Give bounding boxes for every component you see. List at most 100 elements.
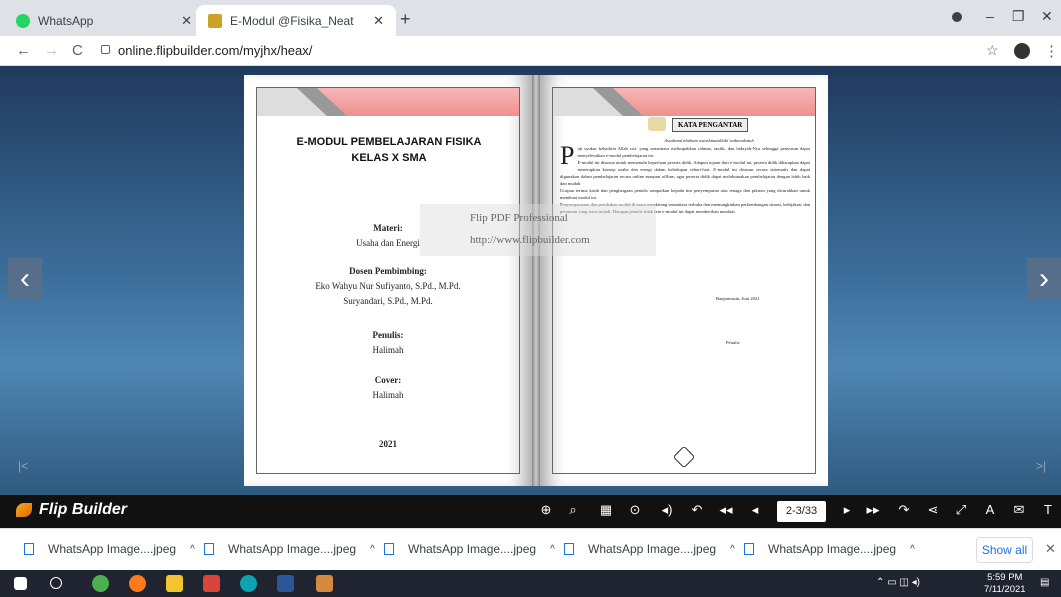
chevron-up-icon[interactable]: ^ bbox=[370, 544, 375, 555]
download-item[interactable]: WhatsApp Image....jpeg ^ bbox=[204, 542, 375, 556]
show-all-button[interactable]: Show all bbox=[976, 537, 1033, 563]
chrome-icon[interactable] bbox=[92, 575, 109, 592]
pen-icon bbox=[648, 117, 666, 131]
file-icon bbox=[384, 543, 394, 555]
windows-start-icon[interactable] bbox=[14, 577, 27, 590]
lock-icon[interactable] bbox=[101, 45, 110, 54]
text-mode-icon[interactable]: T bbox=[1039, 502, 1057, 517]
first-page-button-icon[interactable]: ◂◂ bbox=[717, 502, 735, 518]
search-icon[interactable]: ⌕ bbox=[564, 502, 582, 518]
paragraph-1: uji syukur kehadirat Allah swt. yang sen… bbox=[577, 146, 810, 158]
star-icon[interactable]: ☆ bbox=[986, 42, 999, 59]
prev-page-arrow[interactable]: ‹ bbox=[8, 258, 42, 300]
new-tab-button[interactable]: + bbox=[400, 9, 411, 30]
file-icon bbox=[24, 543, 34, 555]
clock[interactable]: 5:59 PM 7/11/2021 bbox=[984, 572, 1026, 596]
url-field[interactable]: online.flipbuilder.com/myjhx/heax/ bbox=[118, 43, 312, 58]
paragraph-2: E-modul ini disusun untuk memenuhi keper… bbox=[560, 160, 810, 186]
close-downloads-icon[interactable]: ✕ bbox=[1045, 541, 1056, 557]
search-taskbar-icon[interactable] bbox=[50, 577, 62, 589]
right-page[interactable]: KATA PENGANTAR Assalamu'alaikum warahmat… bbox=[540, 75, 828, 486]
left-page[interactable]: E-MODUL PEMBELAJARAN FISIKA KELAS X SMA … bbox=[244, 75, 532, 486]
menu-icon[interactable]: ⋮ bbox=[1044, 42, 1059, 60]
download-item[interactable]: WhatsApp Image....jpeg ^ bbox=[564, 542, 735, 556]
file-icon bbox=[204, 543, 214, 555]
minimize-icon[interactable]: – bbox=[986, 8, 994, 24]
forward-icon[interactable]: → bbox=[44, 42, 59, 59]
close-window-icon[interactable]: ✕ bbox=[1041, 8, 1053, 25]
firefox-icon[interactable] bbox=[129, 575, 146, 592]
account-icon[interactable] bbox=[952, 12, 962, 22]
flipbook-viewer: ‹ › |< >| E-MODUL PEMBELAJARAN FISIKA KE… bbox=[0, 66, 1061, 495]
last-page-icon[interactable]: >| bbox=[1036, 459, 1046, 473]
dropcap: P bbox=[560, 141, 575, 170]
tab-emodul[interactable]: E-Modul @Fisika_Neat ✕ bbox=[196, 5, 396, 36]
close-tab-icon[interactable]: ✕ bbox=[181, 13, 192, 29]
profile-avatar[interactable] bbox=[1014, 43, 1030, 59]
fullscreen-icon[interactable]: ⤢ bbox=[952, 502, 970, 518]
tray-icons[interactable]: ⌃ ▭ ◫ ◂) bbox=[876, 577, 920, 588]
edge-icon[interactable] bbox=[240, 575, 257, 592]
download-item[interactable]: WhatsApp Image....jpeg ^ bbox=[384, 542, 555, 556]
tab-title: E-Modul @Fisika_Neat bbox=[230, 13, 354, 28]
redo-icon[interactable]: ↷ bbox=[895, 502, 913, 518]
signature: Penulis bbox=[726, 340, 740, 345]
download-item[interactable]: WhatsApp Image....jpeg ^ bbox=[744, 542, 915, 556]
file-icon bbox=[564, 543, 574, 555]
taskbar: ⌃ ▭ ◫ ◂) 5:59 PM 7/11/2021 ▤ bbox=[0, 570, 1061, 597]
text-size-icon[interactable]: A bbox=[981, 502, 999, 517]
whatsapp-icon bbox=[16, 13, 30, 28]
penulis-label: Penulis: bbox=[372, 330, 404, 340]
email-icon[interactable]: ✉ bbox=[1010, 502, 1028, 518]
app-icon-2[interactable] bbox=[316, 575, 333, 592]
back-icon[interactable]: ← bbox=[16, 42, 31, 59]
watermark-line-1: Flip PDF Professional bbox=[470, 212, 568, 224]
word-icon[interactable] bbox=[277, 575, 294, 592]
thumbnails-icon[interactable]: ▦ bbox=[597, 502, 615, 518]
page-indicator[interactable]: 2-3/33 bbox=[777, 501, 826, 522]
app-icon[interactable] bbox=[203, 575, 220, 592]
chevron-up-icon[interactable]: ^ bbox=[910, 544, 915, 555]
next-page-icon[interactable]: ▸ bbox=[838, 502, 856, 518]
autoplay-icon[interactable]: ⊙ bbox=[626, 502, 644, 518]
brand-logo: Flip Builder bbox=[16, 501, 127, 519]
tab-whatsapp[interactable]: WhatsApp ✕ bbox=[4, 5, 204, 36]
kata-pengantar-heading: KATA PENGANTAR bbox=[672, 118, 749, 132]
page-header-band bbox=[553, 88, 815, 116]
downloads-bar: WhatsApp Image....jpeg ^ WhatsApp Image..… bbox=[0, 528, 1061, 570]
reload-icon[interactable]: C bbox=[72, 42, 83, 59]
cover-value: Halimah bbox=[372, 390, 404, 400]
previous-page-icon[interactable]: ◂ bbox=[746, 502, 764, 518]
chevron-up-icon[interactable]: ^ bbox=[730, 544, 735, 555]
close-tab-icon[interactable]: ✕ bbox=[373, 13, 384, 29]
tab-title: WhatsApp bbox=[38, 13, 94, 28]
notification-icon[interactable]: ▤ bbox=[1040, 577, 1049, 588]
module-title: E-MODUL PEMBELAJARAN FISIKA bbox=[296, 136, 482, 148]
page-header-band bbox=[257, 88, 519, 116]
address-bar: ← → C online.flipbuilder.com/myjhx/heax/… bbox=[0, 36, 1061, 66]
first-page-icon[interactable]: |< bbox=[18, 459, 28, 473]
zoom-in-icon[interactable]: ⊕ bbox=[537, 502, 555, 518]
file-explorer-icon[interactable] bbox=[166, 575, 183, 592]
next-page-arrow[interactable]: › bbox=[1027, 258, 1061, 300]
dosen-label: Dosen Pembimbing: bbox=[349, 266, 427, 276]
penulis-value: Halimah bbox=[372, 345, 404, 355]
download-item[interactable]: WhatsApp Image....jpeg ^ bbox=[24, 542, 195, 556]
watermark: Flip PDF Professional http://www.flipbui… bbox=[420, 204, 656, 256]
dosen-name-2: Suryandari, S.Pd., M.Pd. bbox=[343, 296, 433, 306]
place-date: Banjarmasin, Juni 2021 bbox=[716, 296, 760, 301]
last-page-button-icon[interactable]: ▸▸ bbox=[864, 502, 882, 518]
header-stripe-graphic bbox=[553, 88, 643, 116]
file-icon bbox=[744, 543, 754, 555]
undo-icon[interactable]: ↶ bbox=[688, 502, 706, 518]
tab-strip: WhatsApp ✕ E-Modul @Fisika_Neat ✕ + – ❐ … bbox=[0, 0, 1061, 36]
watermark-line-2: http://www.flipbuilder.com bbox=[470, 234, 590, 246]
book-spine bbox=[532, 75, 540, 486]
chevron-up-icon[interactable]: ^ bbox=[190, 544, 195, 555]
restore-icon[interactable]: ❐ bbox=[1012, 8, 1025, 25]
share-icon[interactable]: ⋖ bbox=[924, 502, 942, 518]
sound-icon[interactable]: ◂) bbox=[658, 502, 676, 518]
chevron-up-icon[interactable]: ^ bbox=[550, 544, 555, 555]
module-subtitle: KELAS X SMA bbox=[351, 152, 427, 164]
year: 2021 bbox=[379, 439, 397, 449]
